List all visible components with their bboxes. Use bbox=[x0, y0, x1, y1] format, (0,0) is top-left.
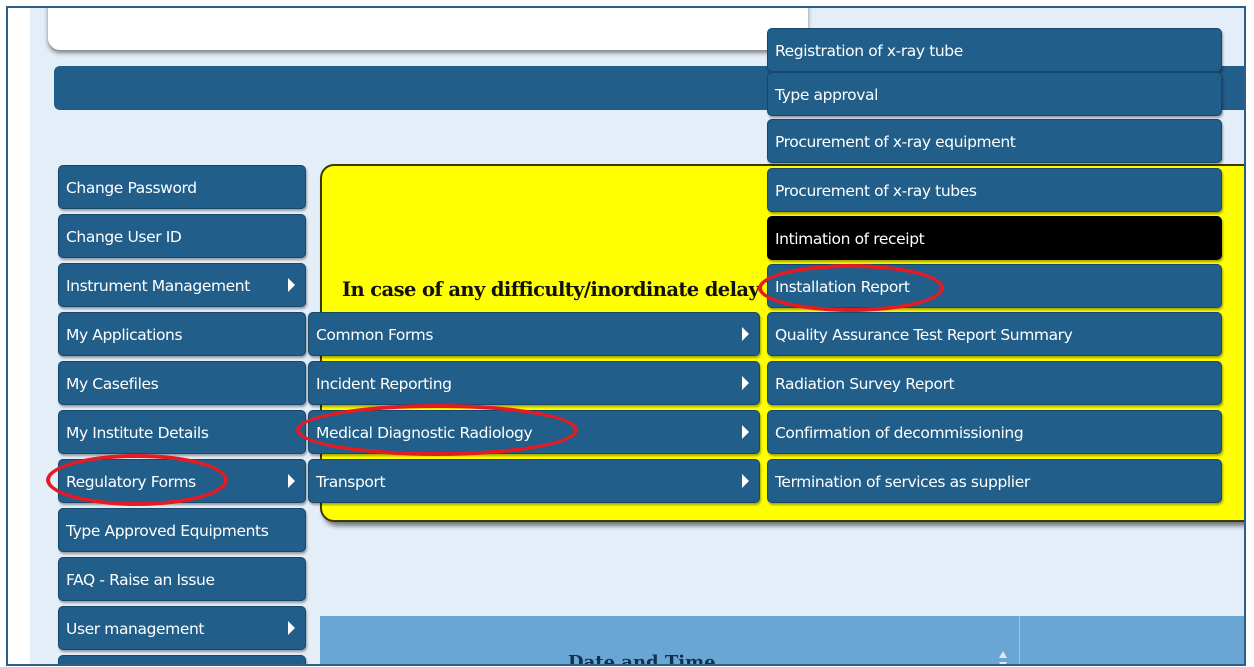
sidebar-item-label: My Institute Details bbox=[66, 424, 209, 442]
sidebar-item[interactable] bbox=[58, 655, 306, 664]
submenu-item-label: Transport bbox=[316, 473, 386, 491]
sidebar-item-regulatory-forms[interactable]: Regulatory Forms bbox=[58, 459, 306, 503]
sidebar-item-label: Type Approved Equipments bbox=[66, 522, 269, 540]
menu-item-registration-of-x-ray-tube[interactable]: Registration of x-ray tube bbox=[767, 28, 1222, 72]
chevron-right-icon bbox=[742, 327, 749, 341]
menu-item-radiation-survey-report[interactable]: Radiation Survey Report bbox=[767, 361, 1222, 405]
menu-item-label: Registration of x-ray tube bbox=[775, 42, 963, 60]
submenu-item-incident-reporting[interactable]: Incident Reporting bbox=[308, 361, 760, 405]
menu-item-procurement-of-x-ray-equipment[interactable]: Procurement of x-ray equipment bbox=[767, 119, 1222, 163]
sidebar-item-label: My Applications bbox=[66, 326, 183, 344]
menu-item-intimation-of-receipt[interactable]: Intimation of receipt bbox=[767, 216, 1222, 260]
screenshot-frame: In case of any difficulty/inordinate del… bbox=[6, 6, 1246, 666]
sidebar-item-my-applications[interactable]: My Applications bbox=[58, 312, 306, 356]
menu-item-quality-assurance-test-report-summary[interactable]: Quality Assurance Test Report Summary bbox=[767, 312, 1222, 356]
sidebar-item-label: Instrument Management bbox=[66, 277, 250, 295]
submenu-item-label: Incident Reporting bbox=[316, 375, 452, 393]
menu-item-confirmation-of-decommissioning[interactable]: Confirmation of decommissioning bbox=[767, 410, 1222, 454]
menu-item-label: Intimation of receipt bbox=[775, 230, 925, 248]
submenu-item-label: Medical Diagnostic Radiology bbox=[316, 424, 533, 442]
sort-icon[interactable] bbox=[998, 650, 1008, 666]
menu-item-label: Termination of services as supplier bbox=[775, 473, 1030, 491]
sidebar-item-change-user-id[interactable]: Change User ID bbox=[58, 214, 306, 258]
sidebar-item-change-password[interactable]: Change Password bbox=[58, 165, 306, 209]
chevron-right-icon bbox=[742, 376, 749, 390]
submenu-item-label: Common Forms bbox=[316, 326, 434, 344]
notice-text: In case of any difficulty/inordinate del… bbox=[342, 278, 786, 301]
sidebar-item-user-management[interactable]: User management bbox=[58, 606, 306, 650]
column-header-label: Date and Time bbox=[568, 652, 716, 666]
menu-item-label: Installation Report bbox=[775, 278, 910, 296]
chevron-right-icon bbox=[288, 621, 295, 635]
menu-item-label: Confirmation of decommissioning bbox=[775, 424, 1024, 442]
menu-item-installation-report[interactable]: Installation Report bbox=[767, 264, 1222, 308]
menu-item-label: Procurement of x-ray tubes bbox=[775, 182, 977, 200]
sidebar-item-label: Change Password bbox=[66, 179, 197, 197]
menu-item-type-approval[interactable]: Type approval bbox=[767, 72, 1222, 116]
menu-item-procurement-of-x-ray-tubes[interactable]: Procurement of x-ray tubes bbox=[767, 168, 1222, 212]
column-header[interactable] bbox=[1020, 616, 1244, 664]
menu-item-label: Type approval bbox=[775, 86, 878, 104]
page-area: In case of any difficulty/inordinate del… bbox=[30, 8, 1244, 666]
menu-item-label: Procurement of x-ray equipment bbox=[775, 133, 1016, 151]
submenu-item-transport[interactable]: Transport bbox=[308, 459, 760, 503]
top-panel bbox=[48, 8, 808, 50]
column-header-date-and-time[interactable]: Date and Time bbox=[320, 616, 1020, 666]
chevron-right-icon bbox=[288, 278, 295, 292]
applications-table-header: Date and Time bbox=[320, 616, 1244, 666]
sidebar-item-my-casefiles[interactable]: My Casefiles bbox=[58, 361, 306, 405]
sidebar-item-label: Regulatory Forms bbox=[66, 473, 196, 491]
sidebar-item-faq-raise-an-issue[interactable]: FAQ - Raise an Issue bbox=[58, 557, 306, 601]
menu-item-termination-of-services-as-supplier[interactable]: Termination of services as supplier bbox=[767, 459, 1222, 503]
submenu-item-common-forms[interactable]: Common Forms bbox=[308, 312, 760, 356]
menu-item-label: Radiation Survey Report bbox=[775, 375, 955, 393]
sidebar-item-my-institute-details[interactable]: My Institute Details bbox=[58, 410, 306, 454]
sidebar-item-label: User management bbox=[66, 620, 205, 638]
submenu-item-medical-diagnostic-radiology[interactable]: Medical Diagnostic Radiology bbox=[308, 410, 760, 454]
chevron-right-icon bbox=[742, 474, 749, 488]
sidebar-item-label: My Casefiles bbox=[66, 375, 159, 393]
sidebar-item-instrument-management[interactable]: Instrument Management bbox=[58, 263, 306, 307]
chevron-right-icon bbox=[742, 425, 749, 439]
sidebar-item-type-approved-equipments[interactable]: Type Approved Equipments bbox=[58, 508, 306, 552]
sidebar-item-label: Change User ID bbox=[66, 228, 182, 246]
sidebar-item-label: FAQ - Raise an Issue bbox=[66, 571, 215, 589]
menu-item-label: Quality Assurance Test Report Summary bbox=[775, 326, 1073, 344]
chevron-right-icon bbox=[288, 474, 295, 488]
